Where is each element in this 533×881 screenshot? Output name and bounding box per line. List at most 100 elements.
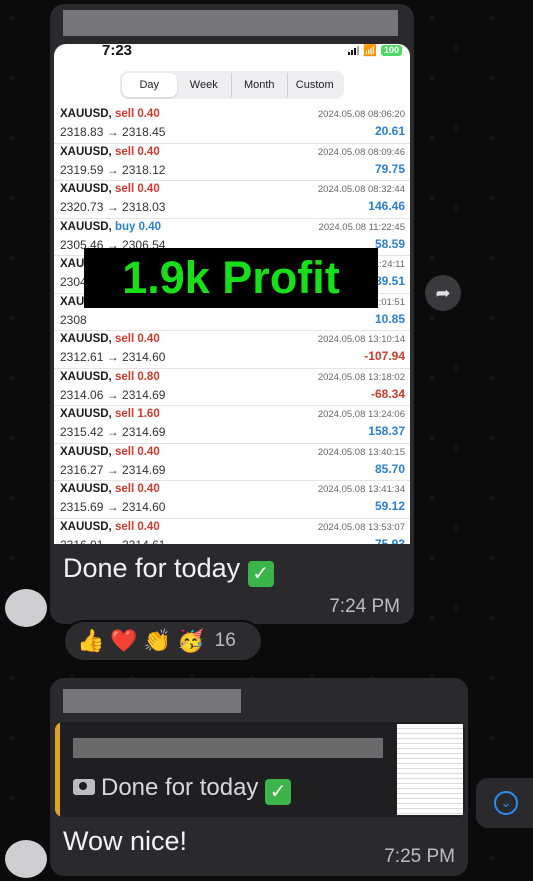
check-mark-icon: ✓ [265, 779, 292, 805]
trade-prices: 2315.69 → 2314.60 [60, 500, 166, 514]
trade-symbol: XAUUSD, sell 0.40 [60, 333, 160, 345]
trade-symbol: XAUUSD, sell 0.80 [60, 370, 160, 383]
trade-list: XAUUSD, sell 0.40 2318.83 → 2318.45 2024.0… [54, 106, 410, 544]
chevron-down-icon: ⌄ [494, 791, 518, 815]
trade-symbol: XAUUSD, sell 0.40 [60, 520, 160, 533]
trade-side: buy 0.40 [114, 220, 161, 233]
reactions-bar[interactable]: 👍 ❤️ 👏 🥳 16 [63, 620, 263, 662]
trade-profit: 75.93 [374, 536, 405, 545]
trade-date: 2024.05.08 13:40:15 [317, 446, 405, 458]
trade-side: sell 0.40 [114, 108, 160, 120]
trade-side: sell 0.40 [114, 520, 160, 533]
trade-date: 2024.05.08 13:53:07 [317, 521, 405, 533]
trade-profit: 158.37 [368, 424, 405, 438]
trade-row: XAUUSD, sell 0.40 2312.61 → 2314.60 2024.0… [54, 331, 410, 369]
wifi-icon: 📶 [363, 45, 377, 57]
trade-symbol: XAUUSD, sell 0.40 [60, 183, 160, 195]
message-time: 7:25 PM [384, 846, 455, 867]
clapping-hands-icon: 👏 [143, 628, 172, 653]
trade-row: XAUUSD, sell 0.40 2316.27 → 2314.69 2024.0… [54, 444, 410, 481]
avatar[interactable] [5, 840, 47, 878]
trade-side: sell 0.40 [114, 183, 160, 195]
trade-row: XAUUSD, sell 1.60 2315.42 → 2314.69 2024.0… [54, 406, 410, 444]
trade-profit: 10.85 [374, 311, 405, 326]
quoted-message[interactable]: Done for today ✓ [55, 722, 465, 817]
tab-month: Month [232, 73, 288, 97]
quote-accent-bar [55, 722, 60, 817]
heart-icon: ❤️ [110, 628, 138, 653]
trade-row: XAUUSD, sell 0.40 2320.73 → 2318.03 2024.0… [54, 181, 410, 219]
sender-name-redacted [63, 689, 241, 713]
message-text: Wow nice! [63, 826, 188, 856]
trade-row: XAUUSD, sell 0.40 2316.01 → 2314.61 2024.0… [54, 519, 410, 545]
quoted-text: Done for today ✓ [73, 774, 292, 805]
quoted-image-thumbnail [397, 724, 463, 815]
trade-side: sell 0.40 [114, 333, 160, 345]
trade-symbol: XAUUSD, sell 1.60 [60, 408, 160, 420]
battery-icon: 100 [380, 45, 402, 56]
scroll-to-bottom-button[interactable]: ⌄ [476, 778, 533, 828]
trade-symbol: XAUUSD, sell 0.40 [60, 483, 160, 495]
trade-symbol: XAUUSD, buy 0.40 [60, 220, 161, 233]
status-icons: 📶 100 [348, 44, 402, 57]
trade-symbol: XAUUSD, sell 0.40 [60, 445, 160, 458]
trade-row: XAUUSD, sell 0.40 2319.59 → 2318.12 2024.0… [54, 144, 410, 181]
forward-icon: ➦ [435, 283, 451, 303]
tab-day: Day [122, 73, 177, 97]
status-bar: 7:23 📶 100 [54, 44, 410, 62]
trade-prices: 2319.59 → 2318.12 [60, 162, 166, 177]
tab-week: Week [177, 73, 232, 97]
trade-profit: 59.12 [374, 499, 405, 513]
trade-profit: -107.94 [364, 349, 405, 363]
trade-symbol: XAUUSD, sell 0.40 [60, 108, 160, 120]
trade-date: 2024.05.08 13:10:14 [317, 334, 405, 345]
message-caption: Done for today ✓ [63, 553, 274, 587]
check-mark-icon: ✓ [247, 561, 274, 587]
sender-name-redacted [63, 10, 398, 36]
trade-row: XAUUSD, sell 0.40 2315.69 → 2314.60 2024.0… [54, 481, 410, 519]
camera-icon [73, 779, 95, 795]
message-time: 7:24 PM [329, 596, 400, 617]
tab-custom: Custom [295, 79, 334, 91]
trade-prices: 2320.73 → 2318.03 [60, 200, 166, 214]
trade-prices: 2312.61 → 2314.60 [60, 350, 166, 364]
period-segmented-control: Day Week Month Custom [120, 71, 344, 99]
trade-side: sell 1.60 [114, 408, 160, 420]
trade-profit: 85.70 [374, 461, 405, 476]
trade-prices: 2304 [60, 275, 87, 289]
avatar[interactable] [5, 589, 47, 627]
forward-button[interactable]: ➦ [425, 275, 461, 311]
trade-prices: 2314.06 → 2314.69 [60, 387, 166, 402]
trade-date: 2024.05.08 13:41:34 [317, 484, 405, 495]
trade-profit: 79.75 [374, 161, 405, 176]
trade-side: sell 0.40 [114, 145, 160, 158]
trade-prices: 2316.01 → 2314.61 [60, 538, 165, 545]
trade-profit: 146.46 [368, 199, 405, 213]
trade-row: XAUUSD, sell 0.40 2318.83 → 2318.45 2024.0… [54, 106, 410, 144]
trade-date: 2024.05.08 08:32:44 [317, 184, 405, 195]
signal-icon [348, 46, 360, 55]
trade-side: sell 0.80 [114, 370, 160, 383]
trade-prices: 2315.42 → 2314.69 [60, 425, 166, 439]
trade-symbol: XAUUSD, sell 0.40 [60, 145, 160, 158]
trade-date: 2024.05.08 13:18:02 [317, 371, 405, 383]
trade-profit: 20.61 [374, 124, 405, 138]
quoted-caption: Done for today [101, 774, 259, 801]
trade-profit: 89.51 [374, 274, 405, 288]
quoted-sender-redacted [73, 738, 383, 758]
trade-prices: 2316.27 → 2314.69 [60, 462, 166, 477]
trade-profit: -68.34 [370, 386, 405, 401]
trade-date: 2024.05.08 13:24:06 [317, 409, 405, 420]
trade-date: 2024.05.08 11:22:45 [318, 221, 405, 233]
trade-date: 2024.05.08 08:09:46 [317, 146, 405, 158]
party-face-icon: 🥳 [177, 628, 205, 653]
trade-date: 2024.05.08 08:06:20 [317, 109, 405, 120]
profit-overlay-text: 1.9k Profit [84, 248, 378, 308]
trade-profit: 58.59 [374, 236, 405, 251]
trade-side: sell 0.40 [114, 445, 160, 458]
thumbs-up-icon: 👍 [77, 628, 105, 653]
trade-prices: 2308 [60, 312, 87, 327]
reaction-count: 16 [214, 630, 236, 651]
caption-text: Done for today [63, 553, 241, 583]
trade-prices: 2318.83 → 2318.45 [60, 125, 166, 139]
